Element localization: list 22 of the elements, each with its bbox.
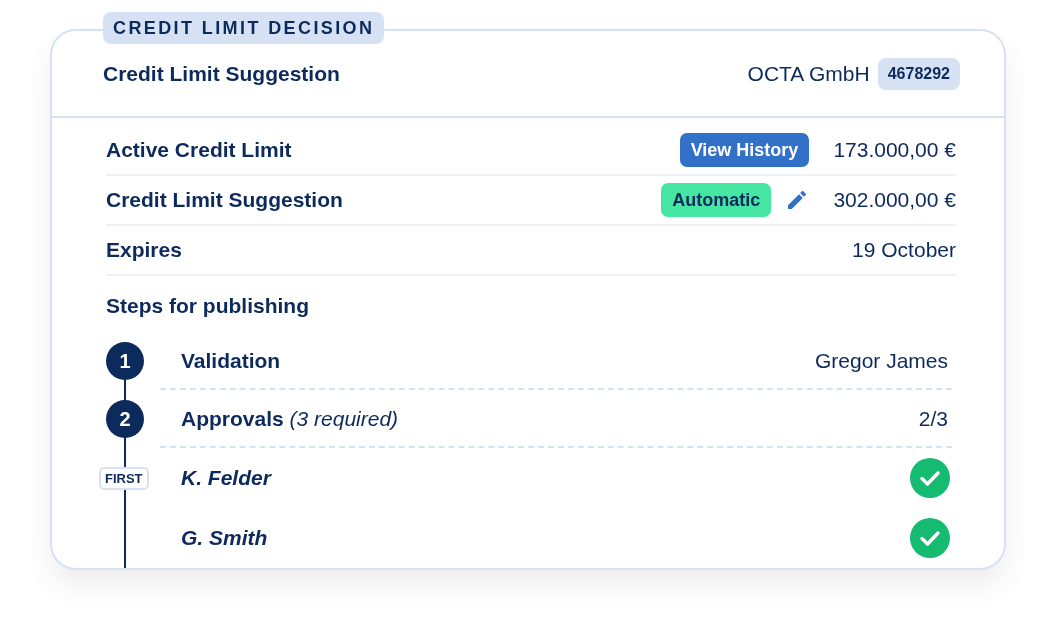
field-value: 173.000,00 € xyxy=(833,138,956,162)
approver-name: K. Felder xyxy=(181,466,273,490)
field-value: 302.000,00 € xyxy=(833,188,956,212)
step-number: 1 xyxy=(106,342,144,380)
steps-title: Steps for publishing xyxy=(106,294,310,318)
view-history-button[interactable]: View History xyxy=(679,133,810,167)
step-title: Validation xyxy=(181,349,282,373)
card-title: Credit Limit Suggestion xyxy=(103,61,340,86)
step-title: Approvals (3 required) xyxy=(181,407,400,431)
order-tag: FIRST xyxy=(99,466,149,490)
company-id: 4678292 xyxy=(877,57,960,90)
step-value: Gregor James xyxy=(814,349,949,373)
field-value: 19 October xyxy=(852,238,956,262)
company-name: OCTA GmbH xyxy=(747,61,870,86)
section-label: CREDIT LIMIT DECISION xyxy=(103,12,385,44)
field-label: Credit Limit Suggestion xyxy=(106,188,344,212)
status-tag: Automatic xyxy=(661,183,772,217)
step-number: 2 xyxy=(106,400,144,438)
approver-name: G. Smith xyxy=(181,526,269,550)
field-label: Expires xyxy=(106,238,183,262)
field-label: Active Credit Limit xyxy=(106,138,293,162)
step-value: 2/3 xyxy=(918,407,949,431)
